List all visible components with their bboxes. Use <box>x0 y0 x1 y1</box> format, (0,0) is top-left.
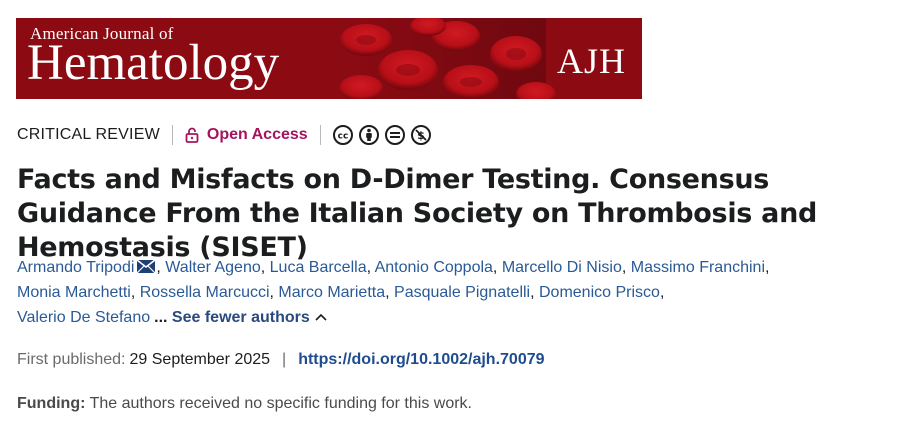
author-link[interactable]: Massimo Franchini <box>631 259 765 276</box>
by-icon[interactable] <box>358 125 379 145</box>
author-link[interactable]: Monia Marchetti <box>17 284 131 301</box>
divider <box>171 125 173 145</box>
see-fewer-label: See fewer authors <box>171 309 310 326</box>
publication-info: First published: 29 September 2025 | htt… <box>17 351 545 369</box>
author-list: Armando Tripodi, Walter Ageno, Luca Barc… <box>17 259 770 326</box>
lock-open-icon <box>185 127 199 143</box>
svg-text:cc: cc <box>337 132 348 142</box>
journal-banner[interactable]: American Journal of Hematology AJH <box>16 18 642 99</box>
article-meta-row: CRITICAL REVIEW Open Access cc $ <box>17 124 431 146</box>
author-link[interactable]: Luca Barcella <box>270 259 367 276</box>
journal-name: Hematology <box>27 35 280 91</box>
email-icon[interactable] <box>136 259 156 274</box>
divider <box>319 125 321 145</box>
ellipsis: ... <box>154 309 168 326</box>
funding-statement: Funding: The authors received no specifi… <box>17 395 472 413</box>
cc-icon[interactable]: cc <box>332 125 353 145</box>
funding-text: The authors received no specific funding… <box>89 395 472 412</box>
author-link[interactable]: Antonio Coppola <box>375 259 493 276</box>
funding-label: Funding: <box>17 395 86 412</box>
first-published-label: First published: <box>17 351 126 368</box>
author-link[interactable]: Walter Ageno <box>165 259 260 276</box>
author-link[interactable]: Marco Marietta <box>278 284 385 301</box>
publication-date: 29 September 2025 <box>129 351 271 368</box>
journal-abbreviation: AJH <box>556 41 626 81</box>
open-access-label: Open Access <box>206 126 308 143</box>
author-link[interactable]: Valerio De Stefano <box>17 309 150 326</box>
chevron-up-icon <box>315 313 327 321</box>
separator: | <box>282 351 287 368</box>
article-title: Facts and Misfacts on D-Dimer Testing. C… <box>17 164 818 263</box>
author-link[interactable]: Armando Tripodi <box>17 259 134 276</box>
author-link[interactable]: Rossella Marcucci <box>140 284 270 301</box>
see-fewer-authors-button[interactable]: See fewer authors <box>172 309 328 326</box>
author-link[interactable]: Marcello Di Nisio <box>502 259 622 276</box>
article-type: CRITICAL REVIEW <box>17 126 160 143</box>
nc-icon[interactable]: $ <box>410 125 431 145</box>
author-link[interactable]: Pasquale Pignatelli <box>394 284 530 301</box>
license-icons[interactable]: cc $ <box>332 125 431 145</box>
doi-link[interactable]: https://doi.org/10.1002/ajh.70079 <box>298 351 544 369</box>
nd-icon[interactable] <box>384 125 405 145</box>
author-link[interactable]: Domenico Prisco <box>539 284 660 301</box>
open-access-badge[interactable]: Open Access <box>185 126 308 144</box>
